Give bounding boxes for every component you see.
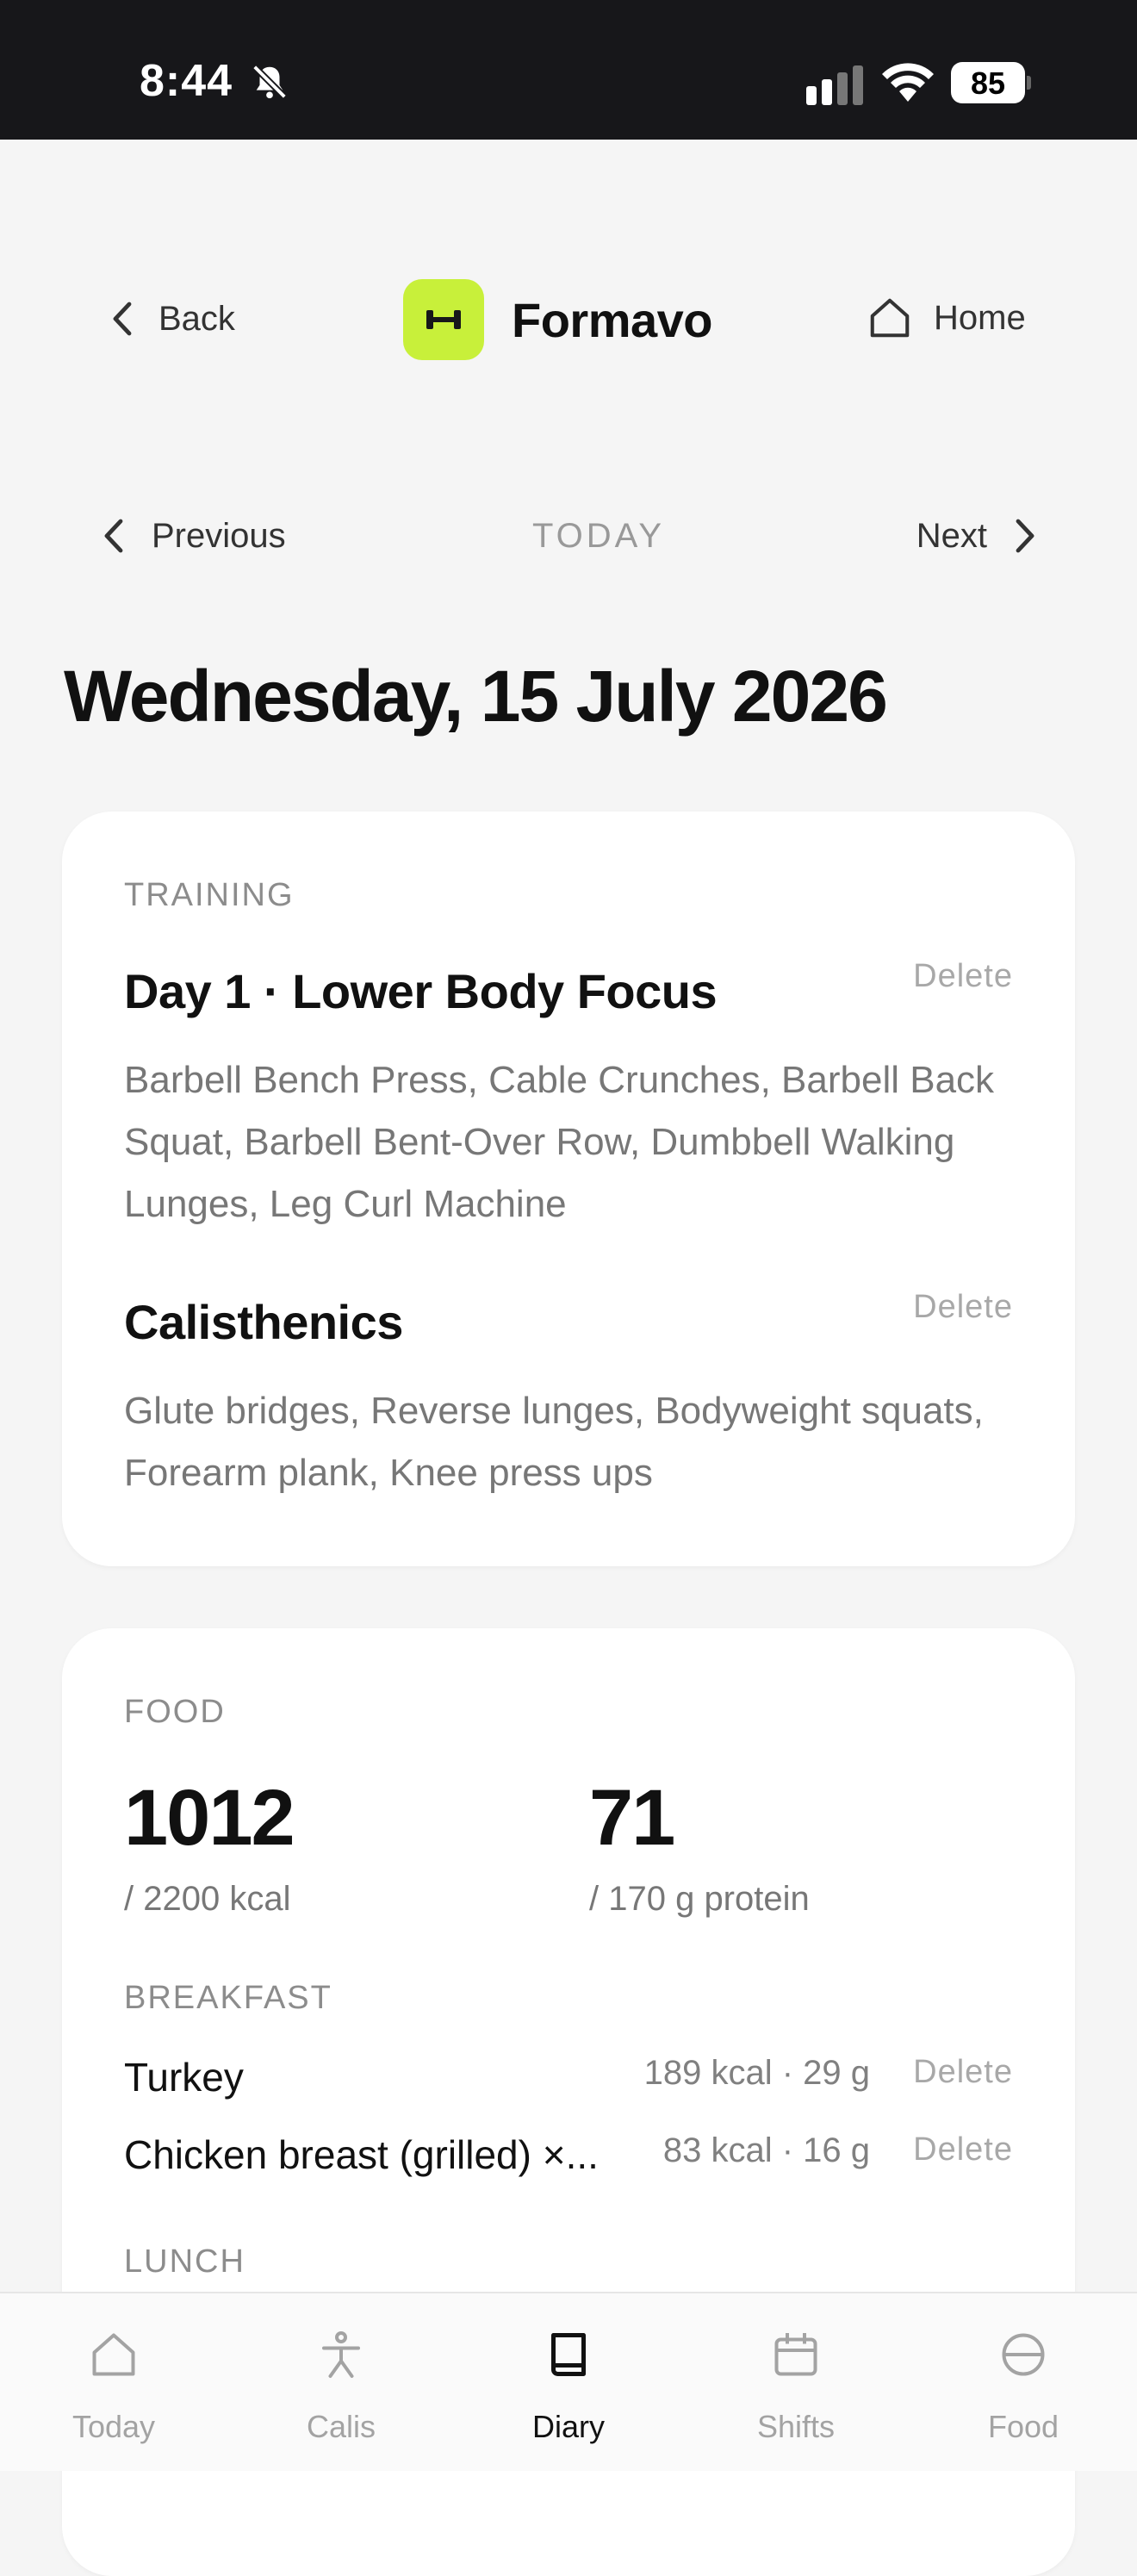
tab-label: Today [71, 2409, 156, 2444]
food-section-label: FOOD [124, 1694, 226, 1730]
workout-exercises: Barbell Bench Press, Cable Crunches, Bar… [124, 1059, 995, 1225]
delete-food-button[interactable]: Delete [913, 2054, 1013, 2091]
chevron-left-icon [113, 302, 132, 336]
top-nav: Back Formavo Home [0, 258, 1137, 379]
food-item-name: Chicken breast (grilled) ×... [124, 2132, 599, 2177]
workout-title[interactable]: Calisthenics [124, 1294, 403, 1350]
delete-workout-button[interactable]: Delete [913, 1289, 1013, 1326]
training-card: TRAINING Day 1 · Lower Body Focus Delete… [62, 812, 1075, 1566]
home-button[interactable]: Home [867, 291, 1026, 345]
protein-goal: / 170 g protein [589, 1880, 810, 1918]
person-icon [322, 2331, 360, 2378]
tab-label: Food [987, 2409, 1059, 2444]
home-label: Home [934, 298, 1026, 337]
dumbbell-icon [403, 279, 484, 360]
bell-off-icon [252, 65, 287, 99]
tab-label: Diary [531, 2409, 605, 2444]
food-item-macros: 83 kcal · 16 g [662, 2131, 870, 2169]
meal-label-breakfast: BREAKFAST [124, 1980, 332, 2016]
calendar-icon [774, 2333, 817, 2376]
protein-value: 71 [589, 1774, 675, 1862]
food-item-row[interactable]: Chicken breast (grilled) ×... 83 kcal · … [124, 2131, 1013, 2187]
workout-title[interactable]: Day 1 · Lower Body Focus [124, 963, 718, 1019]
next-label: Next [916, 516, 987, 555]
calories-goal: / 2200 kcal [124, 1880, 291, 1918]
tab-today[interactable]: Today [0, 2293, 227, 2473]
food-item-name: Turkey [124, 2055, 244, 2100]
tab-calis[interactable]: Calis [227, 2293, 455, 2473]
tab-shifts[interactable]: Shifts [682, 2293, 910, 2473]
battery-icon: 85 [951, 62, 1031, 103]
chevron-right-icon [1016, 519, 1034, 553]
home-icon [92, 2333, 135, 2376]
back-label: Back [158, 299, 235, 338]
app-name: Formavo [512, 292, 713, 347]
page-title: Wednesday, 15 July 2026 [64, 656, 888, 737]
training-section-label: TRAINING [124, 877, 295, 913]
calories-value: 1012 [124, 1774, 295, 1862]
wifi-icon [882, 63, 934, 102]
food-item-row[interactable]: Turkey 189 kcal · 29 g Delete [124, 2054, 1013, 2109]
food-item-macros: 189 kcal · 29 g [643, 2054, 870, 2092]
meal-label-lunch: LUNCH [124, 2243, 245, 2280]
tab-bar: Today Calis Diary Shifts Food [0, 2292, 1137, 2471]
delete-food-button[interactable]: Delete [913, 2131, 1013, 2168]
signal-icon [806, 65, 863, 105]
workout-exercises: Glute bridges, Reverse lunges, Bodyweigh… [124, 1390, 984, 1494]
delete-workout-button[interactable]: Delete [913, 958, 1013, 995]
day-nav: Previous TODAY Next [0, 508, 1137, 563]
tab-food[interactable]: Food [910, 2293, 1137, 2473]
battery-level: 85 [970, 65, 1006, 101]
book-icon [551, 2333, 586, 2376]
app-logo: Formavo [403, 279, 713, 360]
status-time: 8:44 [140, 56, 233, 106]
food-icon [1002, 2333, 1045, 2376]
tab-label: Shifts [756, 2409, 836, 2444]
tab-label: Calis [306, 2409, 376, 2444]
status-bar: 8:44 85 [0, 0, 1137, 140]
tab-diary[interactable]: Diary [455, 2293, 682, 2473]
home-icon [870, 298, 910, 338]
next-day-button[interactable]: Next [916, 508, 1035, 563]
back-button[interactable]: Back [112, 293, 235, 345]
